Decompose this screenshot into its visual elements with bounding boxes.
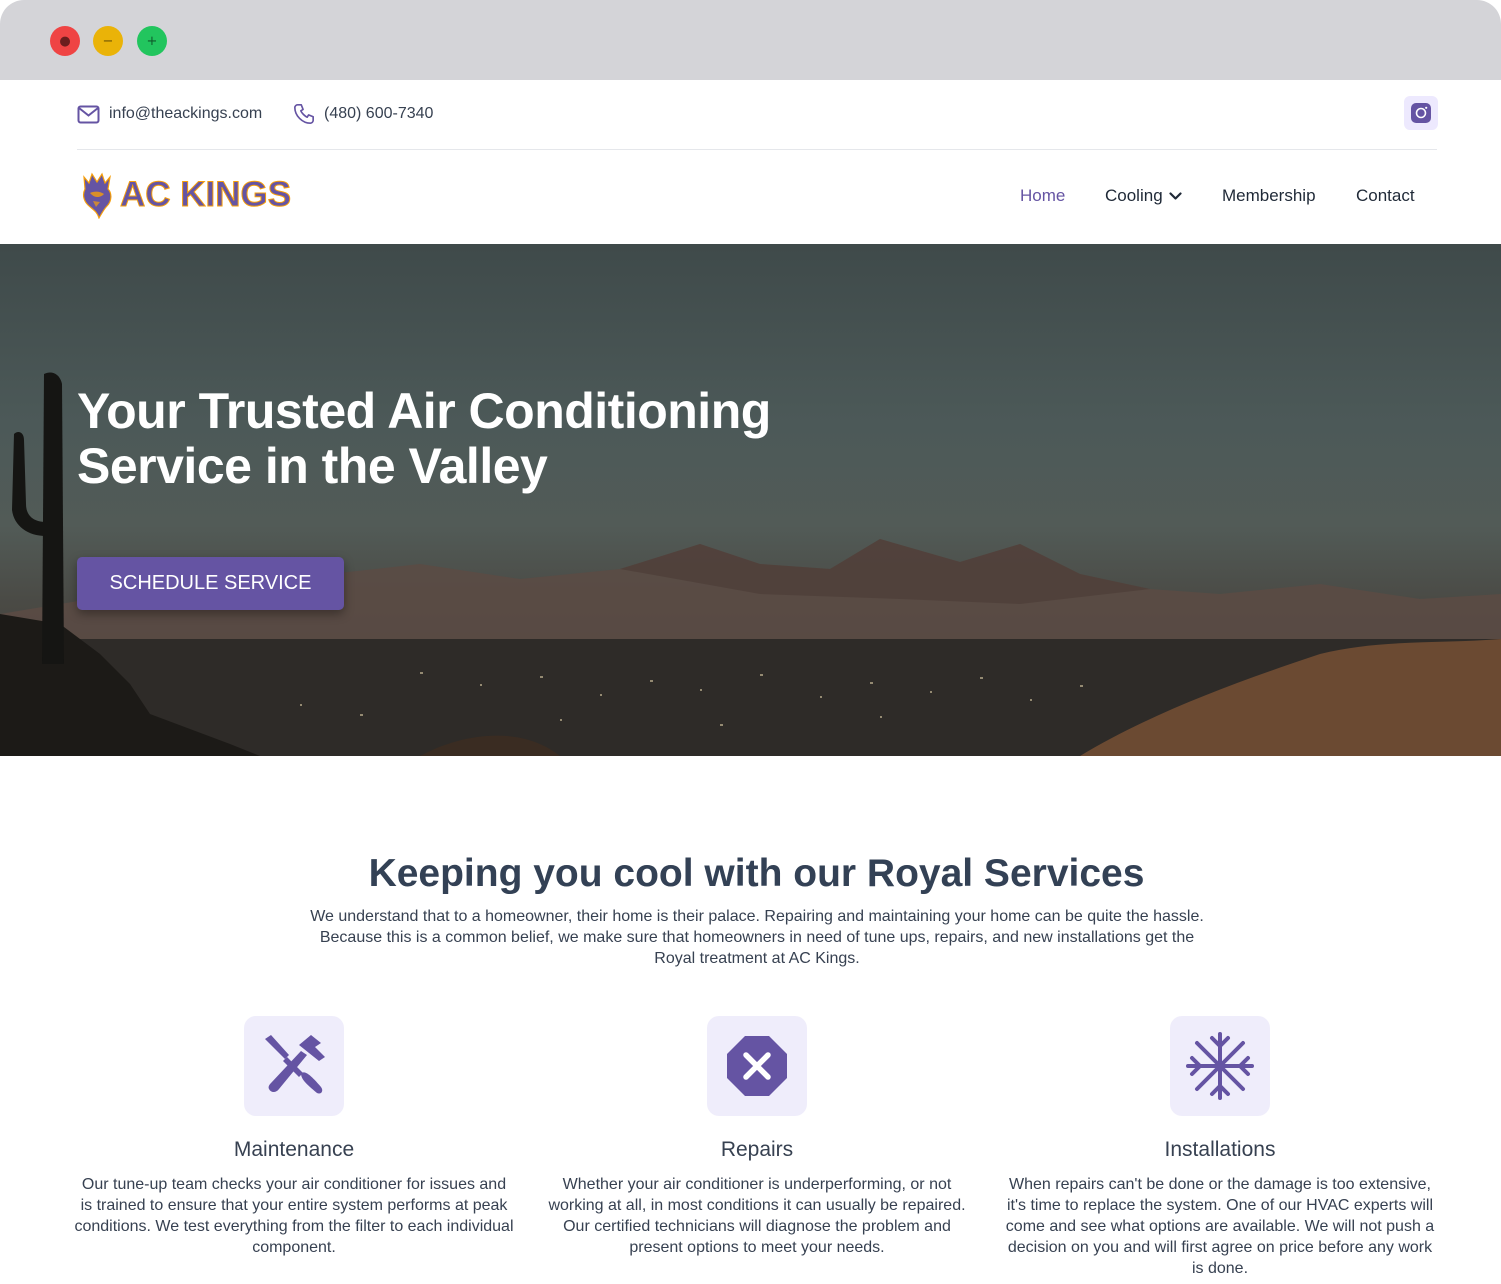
service-text: Our tune-up team checks your air conditi…	[74, 1176, 514, 1256]
service-title: Installations	[1164, 1138, 1276, 1161]
chevron-down-icon	[1169, 191, 1182, 200]
services-intro: We understand that to a homeowner, their…	[310, 908, 1204, 967]
hero-title: Your Trusted Air Conditioning Service in…	[77, 383, 771, 494]
maximize-icon: +	[146, 33, 158, 49]
header-divider	[77, 149, 1437, 150]
service-icon-box	[244, 1016, 344, 1116]
window-close-button[interactable]: ●	[50, 26, 80, 56]
service-card-repairs: Repairs Whether your air conditioner is …	[537, 1016, 977, 1258]
services-title: Keeping you cool with our Royal Services	[368, 852, 1145, 895]
hero-background-image	[0, 372, 1501, 756]
window-titlebar: ● − +	[0, 0, 1501, 80]
mail-icon	[77, 105, 100, 123]
email-text: info@theackings.com	[109, 105, 263, 122]
nav-home[interactable]: Home	[1020, 184, 1065, 208]
snowflake-icon	[1186, 1032, 1254, 1100]
hero-section: Your Trusted Air Conditioning Service in…	[0, 244, 1501, 756]
service-icon-box	[707, 1016, 807, 1116]
window-maximize-button[interactable]: +	[137, 26, 167, 56]
phone-icon	[294, 104, 314, 124]
service-icon-box	[1170, 1016, 1270, 1116]
close-icon: ●	[59, 33, 71, 49]
service-card-installations: Installations When repairs can't be done…	[1000, 1016, 1440, 1279]
nav-cooling-label: Cooling	[1105, 186, 1163, 205]
service-card-maintenance: Maintenance Our tune-up team checks your…	[74, 1016, 514, 1258]
window-minimize-button[interactable]: −	[93, 26, 123, 56]
service-text: Whether your air conditioner is underper…	[548, 1176, 966, 1256]
service-title: Repairs	[720, 1138, 794, 1161]
nav-contact[interactable]: Contact	[1356, 184, 1415, 208]
phone-text: (480) 600-7340	[324, 105, 434, 122]
logo[interactable]: AC KINGS	[78, 170, 292, 220]
minimize-icon: −	[102, 33, 114, 49]
schedule-service-button[interactable]: SCHEDULE SERVICE	[77, 557, 344, 610]
nav-membership[interactable]: Membership	[1222, 184, 1316, 208]
email-link[interactable]: info@theackings.com	[77, 102, 262, 126]
service-text: When repairs can't be done or the damage…	[1005, 1176, 1435, 1277]
nav-cooling[interactable]: Cooling	[1105, 184, 1182, 208]
lion-crown-icon	[82, 172, 112, 219]
brand-name: AC KINGS	[119, 175, 292, 215]
service-title: Maintenance	[233, 1138, 355, 1161]
instagram-icon	[1411, 103, 1431, 123]
phone-link[interactable]: (480) 600-7340	[293, 102, 433, 126]
octagon-x-icon	[727, 1036, 787, 1096]
contact-bar: info@theackings.com (480) 600-7340	[0, 80, 1501, 150]
tools-icon	[265, 1035, 325, 1094]
instagram-link[interactable]	[1404, 96, 1438, 130]
